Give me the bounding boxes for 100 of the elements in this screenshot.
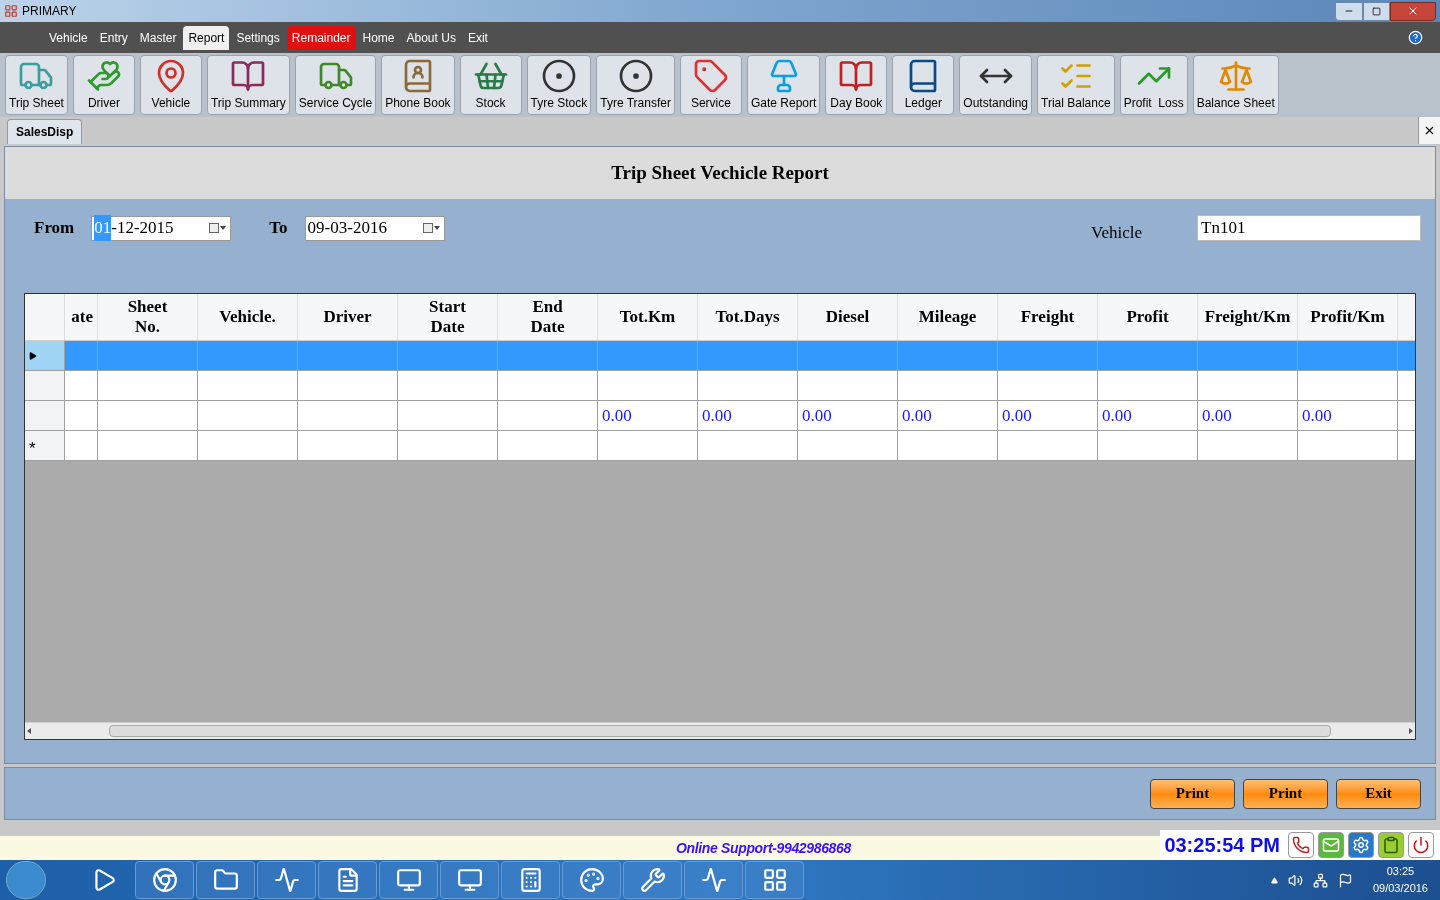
new-row-mark: * — [29, 439, 36, 457]
document-tab[interactable]: SalesDisp — [7, 119, 83, 144]
column-header[interactable]: Profit/Km — [1298, 294, 1398, 340]
menu-item[interactable]: Home — [357, 25, 400, 50]
scroll-right-icon[interactable] — [1409, 728, 1413, 734]
close-icon — [1407, 5, 1419, 17]
toolbar-button[interactable]: Vehicle — [139, 55, 202, 115]
menu-item[interactable]: Vehicle — [44, 25, 93, 50]
report-title: Trip Sheet Vechicle Report — [611, 160, 829, 185]
menu-item[interactable]: Entry — [94, 25, 133, 50]
column-header[interactable]: Mileage — [898, 294, 998, 340]
toolbar-button[interactable]: Trial Balance — [1037, 55, 1115, 115]
calendar-dropdown-icon[interactable] — [209, 223, 227, 233]
toolbar-button[interactable]: Gate Report — [746, 55, 821, 115]
taskbar-time: 03:25 — [1386, 864, 1415, 879]
table-cell-text: 0.00 — [802, 404, 832, 427]
column-header[interactable]: Profit — [1098, 294, 1198, 340]
column-header[interactable]: Tot.Days — [698, 294, 798, 340]
phone-icon[interactable] — [1288, 832, 1314, 858]
column-header[interactable]: ate — [65, 294, 98, 340]
action-center-icon[interactable] — [1337, 872, 1353, 888]
from-date-picker[interactable]: 01-12-2015 — [91, 215, 232, 241]
column-header[interactable]: End Date — [498, 294, 598, 340]
digital-clock: 03:25:54 PM — [1164, 833, 1280, 858]
close-tab-button[interactable] — [1418, 117, 1440, 144]
table-cell-text: 0.00 — [1302, 404, 1332, 427]
scroll-thumb[interactable] — [109, 725, 1331, 737]
table-cell-text: 0.00 — [1202, 404, 1232, 427]
tag-icon — [692, 58, 729, 94]
menu-item[interactable]: Remainder — [286, 25, 356, 50]
close-icon — [1423, 124, 1436, 137]
table-cell-text: 0.00 — [1102, 404, 1132, 427]
show-hidden-icons-icon[interactable] — [1270, 876, 1278, 884]
toolbar-button[interactable]: Stock — [459, 55, 522, 115]
calendar-dropdown-icon[interactable] — [422, 223, 440, 233]
clipboard-icon[interactable] — [1378, 832, 1404, 858]
close-button[interactable] — [1390, 1, 1436, 21]
toolbar-button[interactable]: Service — [679, 55, 742, 115]
action-button[interactable]: Print — [1243, 778, 1328, 809]
toolbar-button[interactable]: Ledger — [892, 55, 955, 115]
toolbar-button[interactable]: Phone Book — [381, 55, 455, 115]
maximize-button[interactable] — [1363, 1, 1390, 21]
power-icon[interactable] — [1408, 832, 1434, 858]
action-button[interactable]: Print — [1150, 778, 1235, 809]
menu-item[interactable]: About Us — [401, 25, 461, 50]
action-button[interactable]: Exit — [1336, 778, 1421, 809]
table-cell-text: 0.00 — [602, 404, 632, 427]
horizontal-scrollbar[interactable] — [25, 722, 1415, 739]
column-header[interactable]: Tot.Km — [598, 294, 698, 340]
vehicle-field[interactable]: Tn101 — [1197, 215, 1421, 241]
toolbar-button[interactable]: Service Cycle — [294, 55, 377, 115]
window-title: PRIMARY — [22, 3, 77, 20]
restore-icon — [1372, 6, 1381, 16]
row-header[interactable]: * — [25, 431, 65, 460]
column-header[interactable]: Vehicle. — [198, 294, 298, 340]
column-header[interactable]: Driver — [298, 294, 398, 340]
minimize-button[interactable] — [1335, 1, 1363, 21]
row-header[interactable] — [25, 341, 65, 370]
book-icon — [230, 58, 267, 94]
folder-icon[interactable] — [212, 867, 239, 893]
toolbar-button[interactable]: Outstanding — [959, 55, 1033, 115]
network-icon[interactable] — [1312, 872, 1328, 888]
remote-desktop-icon[interactable] — [456, 867, 483, 893]
toolbar-button[interactable]: Trip Summary — [206, 55, 290, 115]
start-button[interactable] — [6, 861, 46, 899]
toolbar-button[interactable]: Day Book — [825, 55, 888, 115]
column-header[interactable]: Freight/Km — [1198, 294, 1298, 340]
scroll-left-icon[interactable] — [27, 728, 31, 734]
help-icon[interactable] — [1408, 30, 1423, 45]
monitor-graph-icon[interactable] — [700, 867, 727, 893]
paint-palette-icon[interactable] — [578, 867, 605, 893]
menu-item[interactable]: Settings — [231, 25, 285, 50]
toolbar-button[interactable]: Driver — [72, 55, 135, 115]
table-cell-text: 0.00 — [702, 404, 732, 427]
column-header[interactable]: Freight — [998, 294, 1098, 340]
to-label: To — [269, 217, 288, 240]
menu-item[interactable]: Report — [183, 25, 230, 50]
menu-item[interactable]: Master — [134, 25, 182, 50]
toolbar-button[interactable]: Balance Sheet — [1192, 55, 1279, 115]
mail-icon[interactable] — [1318, 832, 1344, 858]
open-book-icon — [838, 58, 875, 94]
taskbar-date: 09/03/2016 — [1372, 881, 1428, 896]
support-text: Online Support-9942986868 — [676, 838, 851, 858]
grid-row[interactable]: 0.00 0.00 0.00 0.00 0.00 0.00 0.00 0.00 — [25, 401, 1415, 431]
column-header[interactable]: Start Date — [398, 294, 498, 340]
column-header[interactable]: Sheet No. — [98, 294, 198, 340]
toolbar-button[interactable]: Profit Loss — [1119, 55, 1188, 115]
toolbar-button[interactable]: Tyre Stock — [526, 55, 592, 115]
browser-icon[interactable] — [151, 867, 178, 893]
scale-icon — [1217, 58, 1254, 94]
menu-item[interactable]: Exit — [462, 25, 493, 50]
toolbar-button[interactable]: Tyre Transfer — [596, 55, 675, 115]
to-date-picker[interactable]: 09-03-2016 — [304, 215, 445, 241]
settings-icon[interactable] — [1348, 832, 1374, 858]
grid-row[interactable]: * — [25, 431, 1415, 461]
current-row-icon — [29, 351, 37, 360]
column-header[interactable]: Diesel — [798, 294, 898, 340]
table-cell-text: 0.00 — [1002, 404, 1032, 427]
toolbar-button[interactable]: Trip Sheet — [5, 55, 68, 115]
vehicle-label: Vehicle — [1091, 222, 1142, 245]
